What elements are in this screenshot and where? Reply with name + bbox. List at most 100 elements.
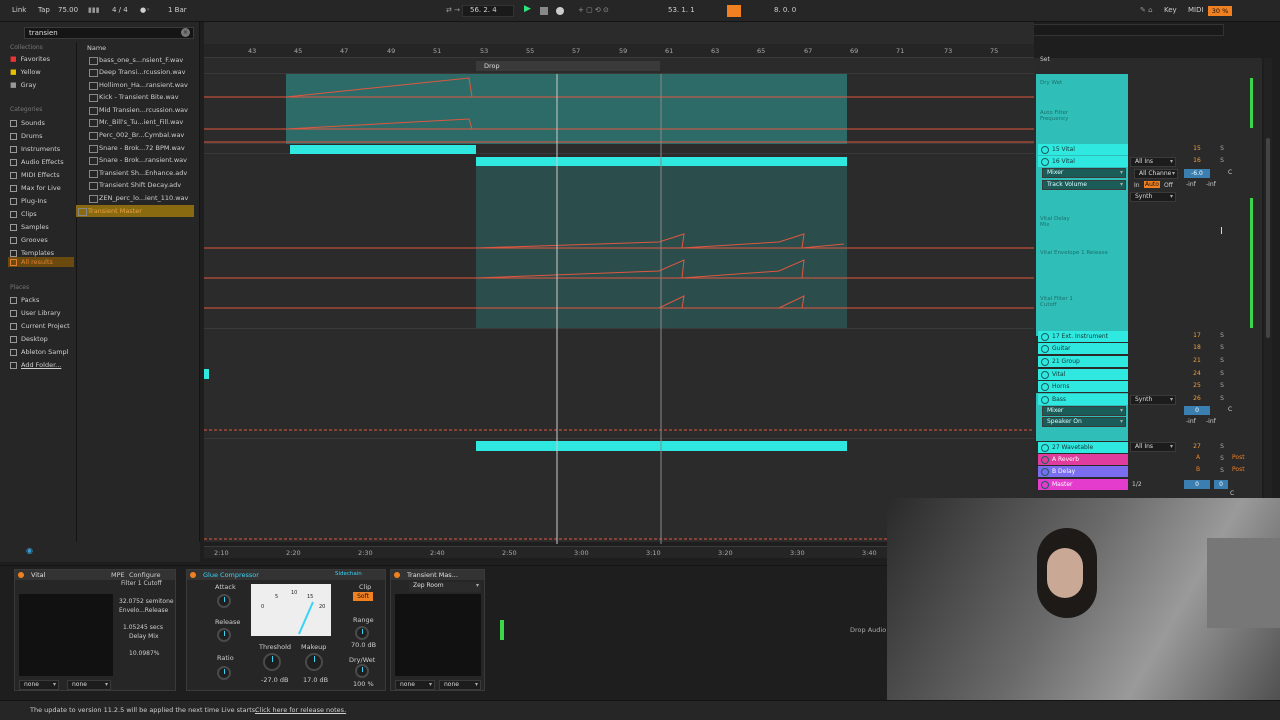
file-item[interactable]: Transient Sh...Enhance.adv — [87, 167, 193, 179]
synth-select[interactable]: Synth — [1130, 192, 1176, 202]
preset-select[interactable]: Zep Room — [409, 582, 481, 592]
file-item[interactable]: Deep Transi...rcussion.wav — [87, 66, 193, 78]
track-vital-header[interactable]: Vital — [1038, 369, 1128, 380]
file-item[interactable]: Transient Shift Decay.adv — [87, 179, 193, 191]
track-volume-select[interactable]: Track Volume — [1042, 180, 1126, 190]
name-column-header[interactable]: Name — [87, 44, 106, 52]
play-icon[interactable]: ▶ — [524, 4, 531, 14]
track-number[interactable]: 16 — [1188, 157, 1206, 164]
stop-icon[interactable] — [540, 7, 548, 15]
place-desktop[interactable]: Desktop — [10, 335, 48, 343]
loop-start-field[interactable]: 53. 1. 1 — [668, 6, 695, 14]
solo-button[interactable]: S — [1217, 443, 1227, 450]
threshold-knob[interactable] — [263, 653, 281, 671]
key-button[interactable]: Key — [1164, 6, 1177, 14]
sidechain-toggle[interactable]: Sidechain — [335, 571, 362, 577]
makeup-knob[interactable] — [305, 653, 323, 671]
file-item[interactable]: Perc_002_Br...Cymbal.wav — [87, 129, 193, 141]
return-a-post[interactable]: Post — [1232, 454, 1245, 461]
solo-button[interactable]: S — [1217, 332, 1227, 339]
place-current-project[interactable]: Current Project — [10, 322, 70, 330]
solo-button[interactable]: S — [1217, 395, 1227, 402]
input-select[interactable]: All Ins — [1130, 157, 1176, 167]
position-field[interactable]: 56. 2. 4 — [470, 6, 497, 14]
vertical-scrollbar[interactable] — [1264, 58, 1272, 498]
makeup-value[interactable]: 17.0 dB — [303, 676, 328, 684]
signature-field[interactable]: 4 / 4 — [112, 6, 128, 14]
speaker-select[interactable]: Speaker On — [1042, 417, 1126, 427]
glue-compressor-device[interactable]: Glue Compressor Sidechain Attack Release… — [186, 569, 386, 691]
range-value[interactable]: 70.0 dB — [351, 641, 376, 649]
track-number[interactable]: 25 — [1188, 382, 1206, 389]
track-number[interactable]: 17 — [1188, 332, 1206, 339]
category-drums[interactable]: Drums — [10, 132, 43, 140]
search-input[interactable]: transien — [24, 27, 194, 39]
pan-field[interactable]: C — [1228, 169, 1232, 176]
track-27-header[interactable]: 27 Wavetable — [1038, 442, 1128, 453]
file-item[interactable]: Snare - Brok...72 BPM.wav — [87, 142, 193, 154]
return-a-header[interactable]: A Reverb — [1038, 454, 1128, 465]
beat-ruler[interactable]: 43 45 47 49 51 53 55 57 59 61 63 65 67 6… — [204, 44, 1034, 58]
solo-button[interactable]: S — [1217, 382, 1227, 389]
category-clips[interactable]: Clips — [10, 210, 37, 218]
file-item[interactable]: Mid Transien...rcussion.wav — [87, 104, 193, 116]
category-samples[interactable]: Samples — [10, 223, 49, 231]
track-16-header[interactable]: 16 Vital — [1038, 156, 1128, 167]
power-icon[interactable] — [190, 572, 196, 578]
solo-button[interactable]: S — [1217, 344, 1227, 351]
category-grooves[interactable]: Grooves — [10, 236, 48, 244]
link-button[interactable]: Link — [12, 6, 26, 14]
track-number[interactable]: 26 — [1188, 395, 1206, 402]
track-number[interactable]: 24 — [1188, 370, 1206, 377]
channel-select[interactable]: All Channe — [1134, 169, 1178, 179]
category-max-for-live[interactable]: Max for Live — [10, 184, 61, 192]
place-user-library[interactable]: User Library — [10, 309, 61, 317]
transient-header[interactable]: Transient Mas... — [391, 570, 484, 580]
track-number[interactable]: 27 — [1188, 443, 1206, 450]
file-item[interactable]: ZEN_perc_lo...ient_110.wav — [87, 192, 193, 204]
vital-display[interactable] — [19, 594, 113, 676]
solo-button[interactable]: S — [1217, 370, 1227, 377]
file-item[interactable]: Kick - Transient Bite.wav — [87, 91, 193, 103]
vital-none-select[interactable]: none — [67, 680, 111, 690]
master-header[interactable]: Master — [1038, 479, 1128, 490]
drywet-knob[interactable] — [355, 664, 369, 678]
in-button[interactable]: In — [1134, 182, 1140, 189]
record-dot-icon[interactable]: ●◦ — [140, 6, 150, 14]
category-instruments[interactable]: Instruments — [10, 145, 60, 153]
loop-toggle[interactable] — [727, 5, 741, 17]
solo-button[interactable]: S — [1217, 455, 1227, 462]
category-midi-effects[interactable]: MIDI Effects — [10, 171, 60, 179]
file-item[interactable]: Snare - Brok...ransient.wav — [87, 154, 193, 166]
quantize-select[interactable]: 1 Bar — [168, 6, 187, 14]
master-volume-field-b[interactable]: 0 — [1214, 480, 1228, 489]
volume-field[interactable]: -6.0 — [1184, 169, 1210, 178]
track-guitar-header[interactable]: Guitar — [1038, 343, 1128, 354]
place-ableton-samples[interactable]: Ableton Sampl — [10, 348, 68, 356]
record-icon[interactable] — [556, 7, 564, 15]
collection-favorites[interactable]: ■ Favorites — [10, 55, 50, 63]
soft-clip-toggle[interactable]: Soft — [353, 592, 373, 601]
solo-button[interactable]: S — [1217, 145, 1227, 152]
track-17-header[interactable]: 17 Ext. Instrument — [1038, 331, 1128, 342]
overdub-icon[interactable]: + ▢ ⟲ ⊙ — [578, 6, 609, 14]
collection-gray[interactable]: ■ Gray — [10, 81, 36, 89]
drywet-value[interactable]: 100 % — [353, 680, 374, 688]
power-icon[interactable] — [394, 572, 400, 578]
transient-none-select[interactable]: none — [439, 680, 481, 690]
off-button[interactable]: Off — [1164, 182, 1173, 189]
bass-synth-select[interactable]: Synth — [1130, 395, 1176, 405]
solo-button[interactable]: S — [1217, 467, 1227, 474]
release-knob[interactable] — [217, 628, 231, 642]
solo-button[interactable]: S — [1217, 157, 1227, 164]
locator-drop[interactable]: Drop — [476, 61, 660, 71]
release-notes-link[interactable]: Click here for release notes. — [255, 706, 346, 714]
track-21-header[interactable]: 21 Group — [1038, 356, 1128, 367]
category-templates[interactable]: Templates — [10, 249, 54, 257]
bass-pan-field[interactable]: C — [1228, 406, 1232, 413]
wavetable-input-select[interactable]: All Ins — [1130, 442, 1176, 452]
transient-master-device[interactable]: Transient Mas... Zep Room none none — [390, 569, 485, 691]
add-folder-link[interactable]: Add Folder... — [10, 361, 61, 369]
track-15-header[interactable]: 15 Vital — [1038, 144, 1128, 155]
configure-button[interactable]: Configure — [129, 571, 161, 579]
